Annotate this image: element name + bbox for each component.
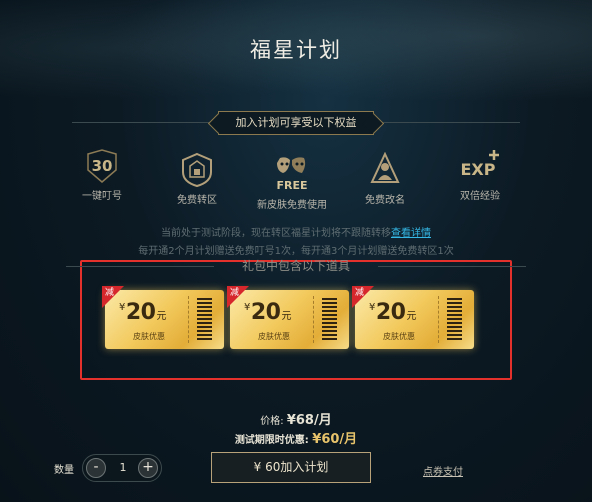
perk-label: 免费改名 (365, 195, 405, 206)
regular-price: 价格: ¥68/月 (0, 409, 592, 428)
benefits-banner: 加入计划可享受以下权益 (218, 111, 374, 135)
perk-label: 免费转区 (177, 195, 217, 206)
skin-coupon: 减 ¥20元 皮肤优惠 (227, 286, 349, 349)
points-payment-link[interactable]: 点券支付 (423, 463, 463, 478)
skin-coupon: 减 ¥20元 皮肤优惠 (102, 286, 224, 349)
shield-transfer-icon (155, 150, 239, 188)
barcode-icon (322, 298, 337, 341)
coupon-amount: ¥20元 (119, 300, 166, 325)
notice-text: 当前处于测试阶段，现在转区福星计划将不跟随转移 (161, 228, 391, 239)
coupon-perforation (313, 296, 314, 343)
svg-text:FREE: FREE (276, 179, 307, 192)
free-mask-icon: FREE (250, 155, 334, 193)
svg-text:EXP: EXP (461, 160, 496, 179)
divider (374, 122, 520, 123)
skin-coupon: 减 ¥20元 皮肤优惠 (352, 286, 474, 349)
increment-button[interactable]: + (138, 458, 158, 478)
bonus-notice: 每开通2个月计划赠送免费叮号1次，每开通3个月计划赠送免费转区1次 (138, 246, 454, 257)
quantity-label: 数量 (54, 465, 74, 476)
coupon-subtitle: 皮肤优惠 (258, 332, 290, 341)
trial-price-value: ¥60/月 (312, 432, 358, 447)
perk-label: 双倍经验 (460, 191, 500, 202)
barcode-icon (447, 298, 462, 341)
rename-figure-icon (343, 150, 427, 188)
price-label: 价格: (260, 416, 284, 427)
join-plan-button[interactable]: ¥ 60加入计划 (211, 452, 371, 483)
thirty-badge-icon: 30 (60, 146, 144, 184)
exp-plus-icon: EXP (438, 146, 522, 184)
perk-free-skins: FREE 新皮肤免费使用 (250, 155, 334, 211)
coupon-subtitle: 皮肤优惠 (133, 332, 165, 341)
perk-label: 新皮肤免费使用 (257, 200, 327, 211)
perk-free-transfer: 免费转区 (155, 150, 239, 206)
trial-price: 测试期限时优惠: ¥60/月 (0, 428, 592, 447)
trial-price-label: 测试期限时优惠: (234, 435, 309, 446)
coupon-subtitle: 皮肤优惠 (383, 332, 415, 341)
decrement-button[interactable]: - (86, 458, 106, 478)
test-notice: 当前处于测试阶段，现在转区福星计划将不跟随转移查看详情 (0, 224, 592, 239)
perk-label: 一键叮号 (82, 191, 122, 202)
items-title: 礼包中包含以下道具 (241, 259, 350, 273)
coupon-perforation (188, 296, 189, 343)
perk-free-rename: 免费改名 (343, 150, 427, 206)
quantity-value[interactable]: 1 (113, 461, 133, 474)
barcode-icon (197, 298, 212, 341)
view-details-link[interactable]: 查看详情 (391, 228, 431, 239)
quantity-stepper: - 1 + (82, 454, 162, 482)
svg-text:30: 30 (92, 157, 113, 175)
perk-double-exp: EXP 双倍经验 (438, 146, 522, 202)
divider (72, 122, 218, 123)
page-title: 福星计划 (250, 38, 342, 62)
price-value: ¥68/月 (286, 413, 332, 428)
perk-quick-number: 30 一键叮号 (60, 146, 144, 202)
coupon-amount: ¥20元 (244, 300, 291, 325)
coupon-perforation (438, 296, 439, 343)
coupon-amount: ¥20元 (369, 300, 416, 325)
